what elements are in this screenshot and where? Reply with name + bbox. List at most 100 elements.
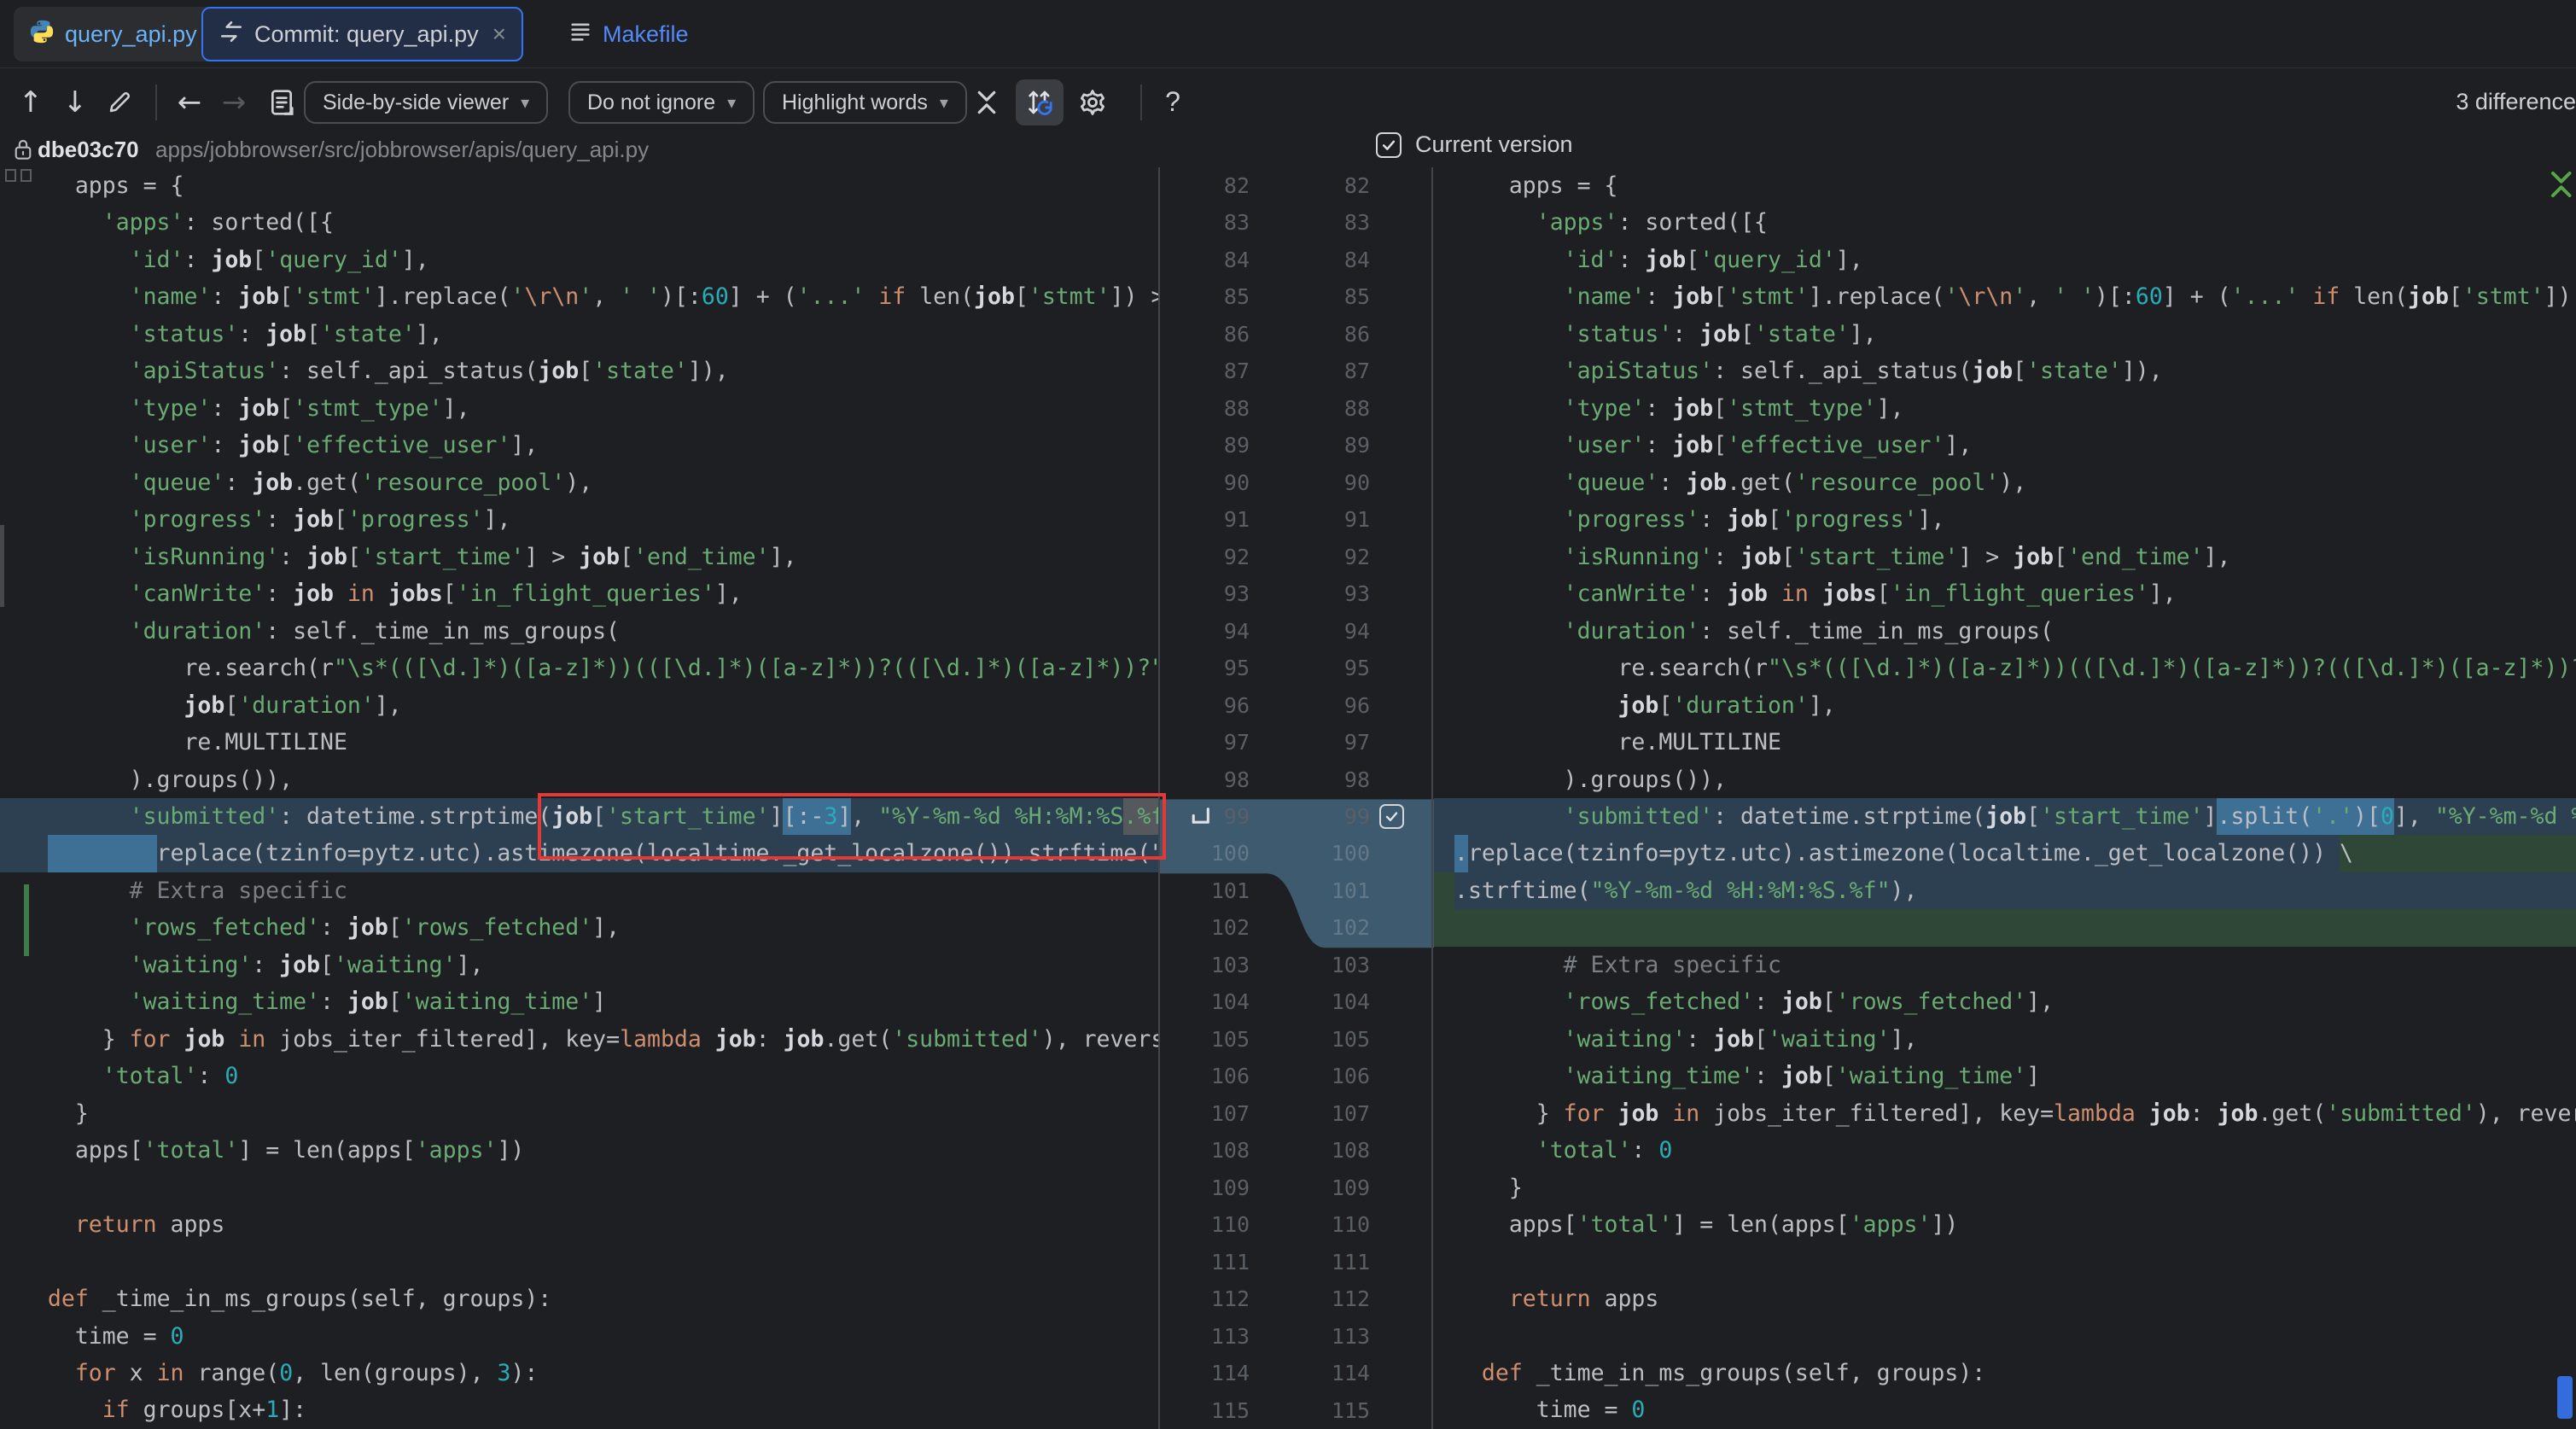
- code-line[interactable]: 'waiting_time': job['waiting_time']: [1434, 1058, 2576, 1094]
- code-line[interactable]: [1434, 909, 2576, 946]
- synchronize-scrolling-button[interactable]: [1016, 79, 1064, 125]
- highlight-mode-dropdown[interactable]: Highlight words ▾: [763, 81, 967, 124]
- code-line[interactable]: 'progress': job['progress'],: [0, 501, 1159, 538]
- code-line[interactable]: 'type': job['stmt_type'],: [1434, 390, 2576, 427]
- code-line[interactable]: re.MULTILINE: [1434, 724, 2576, 761]
- code-line[interactable]: 'apiStatus': self._api_status(job['state…: [1434, 353, 2576, 389]
- code-line[interactable]: 'isRunning': job['start_time'] > job['en…: [0, 539, 1159, 575]
- code-line[interactable]: 'waiting': job['waiting'],: [1434, 1021, 2576, 1058]
- current-version-label: Current version: [1415, 131, 1573, 158]
- right-line-number: 98: [1159, 761, 1370, 798]
- code-line[interactable]: 'apiStatus': self._api_status(job['state…: [0, 353, 1159, 389]
- code-line[interactable]: job['duration'],: [1434, 687, 2576, 724]
- code-line[interactable]: 'apps': sorted([{: [1434, 204, 2576, 241]
- code-line[interactable]: apps['total'] = len(apps['apps']): [0, 1132, 1159, 1169]
- inspection-status-icon[interactable]: [2547, 169, 2576, 203]
- code-line[interactable]: [1434, 1244, 2576, 1280]
- code-line[interactable]: 'type': job['stmt_type'],: [0, 390, 1159, 427]
- edit-icon[interactable]: [101, 69, 138, 135]
- left-scrollbar-thumb[interactable]: [0, 525, 4, 607]
- code-line[interactable]: re.MULTILINE: [0, 724, 1159, 761]
- code-line[interactable]: apps = {: [1434, 167, 2576, 204]
- code-line[interactable]: 'id': job['query_id'],: [0, 242, 1159, 278]
- code-line[interactable]: time = 0: [1434, 1391, 2576, 1428]
- code-line[interactable]: # Extra specific: [1434, 947, 2576, 983]
- code-line[interactable]: re.search(r"\s*(([\d.]*)([a-z]*))(([\d.]…: [1434, 650, 2576, 686]
- back-button[interactable]: ←: [167, 69, 212, 135]
- tab-label: Makefile: [603, 21, 689, 48]
- checkbox-checked-icon[interactable]: [1376, 132, 1402, 158]
- code-line[interactable]: 'canWrite': job in jobs['in_flight_queri…: [1434, 575, 2576, 612]
- code-line[interactable]: 'queue': job.get('resource_pool'),: [0, 464, 1159, 501]
- include-change-checkbox[interactable]: [1379, 804, 1404, 829]
- tab-commit-query-api-py[interactable]: Commit: query_api.py ×: [201, 7, 523, 61]
- code-line[interactable]: 'apps': sorted([{: [0, 204, 1159, 241]
- code-line[interactable]: 'user': job['effective_user'],: [0, 427, 1159, 464]
- help-button[interactable]: ?: [1154, 69, 1192, 135]
- code-line[interactable]: # Extra specific: [0, 872, 1159, 909]
- pane-divider-right: [1431, 167, 1433, 1429]
- editor-tab-bar: query_api.py × Commit: query_api.py × Ma…: [0, 0, 2576, 68]
- code-line[interactable]: apps['total'] = len(apps['apps']): [1434, 1206, 2576, 1243]
- revision-hash[interactable]: dbe03c70: [38, 137, 139, 163]
- code-line[interactable]: [1434, 1318, 2576, 1355]
- code-line[interactable]: re.search(r"\s*(([\d.]*)([a-z]*))(([\d.]…: [0, 650, 1159, 686]
- code-line[interactable]: 'duration': self._time_in_ms_groups(: [1434, 613, 2576, 650]
- close-tab-icon[interactable]: ×: [492, 22, 506, 46]
- open-in-editor-icon[interactable]: [261, 69, 302, 135]
- code-line[interactable]: } for job in jobs_iter_filtered], key=la…: [1434, 1095, 2576, 1132]
- code-line[interactable]: return apps: [0, 1206, 1159, 1243]
- code-line[interactable]: 'canWrite': job in jobs['in_flight_queri…: [0, 575, 1159, 612]
- code-line[interactable]: 'waiting': job['waiting'],: [0, 947, 1159, 983]
- code-line[interactable]: 'name': job['stmt'].replace('\r\n', ' ')…: [0, 278, 1159, 315]
- right-scrollbar-marker[interactable]: [2557, 1376, 2573, 1419]
- code-line[interactable]: def _time_in_ms_groups(self, groups):: [0, 1280, 1159, 1317]
- code-line[interactable]: 'submitted': datetime.strptime(job['star…: [1434, 798, 2576, 835]
- code-line[interactable]: .strftime("%Y-%m-%d %H:%M:%S.%f"),: [1434, 872, 2576, 909]
- code-line[interactable]: 'waiting_time': job['waiting_time']: [0, 983, 1159, 1020]
- right-code-pane[interactable]: apps = { 'apps': sorted([{ 'id': job['qu…: [1434, 167, 2576, 1429]
- code-line[interactable]: 'status': job['state'],: [0, 316, 1159, 353]
- next-difference-button[interactable]: ↓: [56, 69, 94, 135]
- code-line[interactable]: }: [1434, 1169, 2576, 1206]
- right-line-number: 105: [1159, 1021, 1370, 1058]
- code-line[interactable]: time = 0: [0, 1318, 1159, 1355]
- right-line-number: 84: [1159, 242, 1370, 278]
- forward-button[interactable]: →: [212, 69, 256, 135]
- code-line[interactable]: 'isRunning': job['start_time'] > job['en…: [1434, 539, 2576, 575]
- current-version-checkbox[interactable]: Current version: [1376, 131, 1573, 158]
- code-line[interactable]: 'rows_fetched': job['rows_fetched'],: [1434, 983, 2576, 1020]
- code-line[interactable]: job['duration'],: [0, 687, 1159, 724]
- code-line[interactable]: 'progress': job['progress'],: [1434, 501, 2576, 538]
- code-line[interactable]: 'name': job['stmt'].replace('\r\n', ' ')…: [1434, 278, 2576, 315]
- code-line[interactable]: 'total': 0: [0, 1058, 1159, 1094]
- code-line[interactable]: 'queue': job.get('resource_pool'),: [1434, 464, 2576, 501]
- previous-difference-button[interactable]: ↑: [12, 69, 50, 135]
- code-line[interactable]: 'rows_fetched': job['rows_fetched'],: [0, 909, 1159, 946]
- right-line-number: 86: [1159, 316, 1370, 353]
- code-line[interactable]: } for job in jobs_iter_filtered], key=la…: [0, 1021, 1159, 1058]
- code-line[interactable]: [0, 1169, 1159, 1206]
- code-line[interactable]: 'total': 0: [1434, 1132, 2576, 1169]
- ignore-policy-dropdown[interactable]: Do not ignore ▾: [568, 81, 755, 124]
- apply-change-icon[interactable]: [1188, 805, 1212, 832]
- code-line[interactable]: apps = {: [0, 167, 1159, 204]
- code-line[interactable]: for x in range(0, len(groups), 3):: [0, 1355, 1159, 1391]
- code-line[interactable]: if groups[x+1]:: [0, 1391, 1159, 1428]
- code-line[interactable]: 'id': job['query_id'],: [1434, 242, 2576, 278]
- code-line[interactable]: [0, 1244, 1159, 1280]
- gear-icon[interactable]: [1072, 69, 1113, 135]
- code-line[interactable]: def _time_in_ms_groups(self, groups):: [1434, 1355, 2576, 1391]
- code-line[interactable]: 'duration': self._time_in_ms_groups(: [0, 613, 1159, 650]
- diff-window: query_api.py × Commit: query_api.py × Ma…: [0, 0, 2576, 1429]
- right-line-number: 107: [1159, 1095, 1370, 1132]
- code-line[interactable]: 'user': job['effective_user'],: [1434, 427, 2576, 464]
- code-line[interactable]: ).groups()),: [1434, 761, 2576, 798]
- code-line[interactable]: .replace(tzinfo=pytz.utc).astimezone(loc…: [1434, 835, 2576, 872]
- code-line[interactable]: }: [0, 1095, 1159, 1132]
- code-line[interactable]: return apps: [1434, 1280, 2576, 1317]
- code-line[interactable]: 'status': job['state'],: [1434, 316, 2576, 353]
- collapse-unchanged-icon[interactable]: [966, 69, 1007, 135]
- tab-makefile[interactable]: Makefile: [553, 7, 704, 61]
- viewer-mode-dropdown[interactable]: Side-by-side viewer ▾: [304, 81, 548, 124]
